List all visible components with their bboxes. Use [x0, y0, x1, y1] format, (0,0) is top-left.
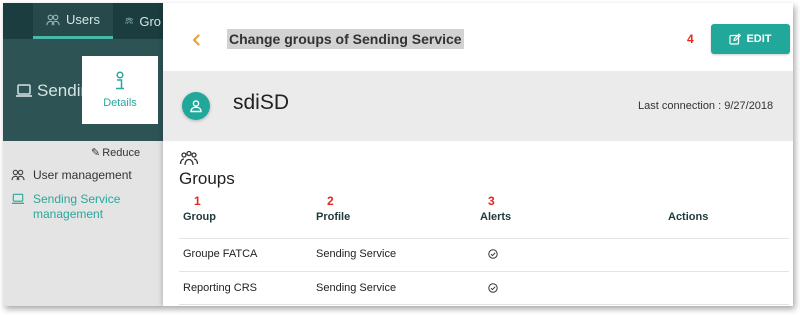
- edit-icon: [729, 33, 742, 45]
- annotation-number-1: 1: [194, 194, 201, 208]
- groups-heading: Groups: [179, 169, 235, 188]
- annotation-number-3: 3: [488, 194, 495, 208]
- pencil-icon: ✎: [91, 147, 101, 159]
- change-groups-panel: Change groups of Sending Service 4 EDIT …: [163, 3, 793, 306]
- row-divider: [179, 238, 789, 239]
- laptop-icon: [16, 84, 32, 97]
- groups-icon: [179, 150, 199, 166]
- tab-groups-label: Gro: [139, 13, 161, 29]
- column-header-group[interactable]: Group: [183, 211, 216, 223]
- tab-users[interactable]: Users: [33, 3, 113, 39]
- laptop-icon: [12, 193, 24, 204]
- user-icon: [190, 100, 202, 113]
- tab-users-label: Users: [66, 12, 100, 27]
- panel-title: Change groups of Sending Service: [227, 29, 464, 49]
- sidebar: [3, 141, 163, 306]
- edit-button[interactable]: EDIT: [711, 24, 790, 54]
- details-tab[interactable]: Details: [82, 56, 158, 124]
- sidebar-item-label: Sending Service management: [33, 192, 121, 221]
- annotation-number-4: 4: [687, 32, 694, 46]
- user-name: sdiSD: [233, 91, 290, 114]
- screenshot-frame: Users Gro Sendin Details ✎ Reduce User m…: [3, 3, 793, 306]
- cell-group: Reporting CRS: [183, 282, 257, 294]
- back-button[interactable]: [189, 31, 203, 49]
- cell-profile: Sending Service: [316, 248, 397, 260]
- reduce-label: Reduce: [102, 146, 141, 159]
- details-tab-label: Details: [103, 97, 137, 109]
- info-icon: [116, 71, 124, 90]
- sidebar-item-user-management[interactable]: User management: [11, 168, 161, 182]
- row-divider: [179, 304, 789, 305]
- app-header-title: Sendin: [15, 81, 90, 101]
- column-header-actions[interactable]: Actions: [668, 211, 708, 223]
- column-header-profile[interactable]: Profile: [316, 211, 350, 223]
- check-circle-icon: [488, 283, 498, 293]
- cell-group: Groupe FATCA: [183, 248, 258, 260]
- sidebar-item-sending-service-management[interactable]: Sending Service management: [11, 192, 161, 222]
- reduce-button[interactable]: ✎ Reduce: [91, 146, 141, 160]
- groups-icon: [125, 17, 134, 25]
- check-circle-icon: [488, 249, 498, 259]
- row-divider: [179, 271, 789, 272]
- users-icon: [46, 14, 60, 25]
- last-connection: Last connection : 9/27/2018: [638, 100, 774, 112]
- chevron-left-icon: [192, 34, 200, 46]
- user-summary: sdiSD Last connection : 9/27/2018: [163, 71, 793, 141]
- column-header-alerts[interactable]: Alerts: [480, 211, 511, 223]
- users-icon: [11, 169, 25, 181]
- avatar: [182, 92, 210, 120]
- edit-button-label: EDIT: [746, 33, 772, 45]
- annotation-number-2: 2: [327, 194, 334, 208]
- sidebar-item-label: User management: [33, 168, 132, 182]
- cell-profile: Sending Service: [316, 282, 397, 294]
